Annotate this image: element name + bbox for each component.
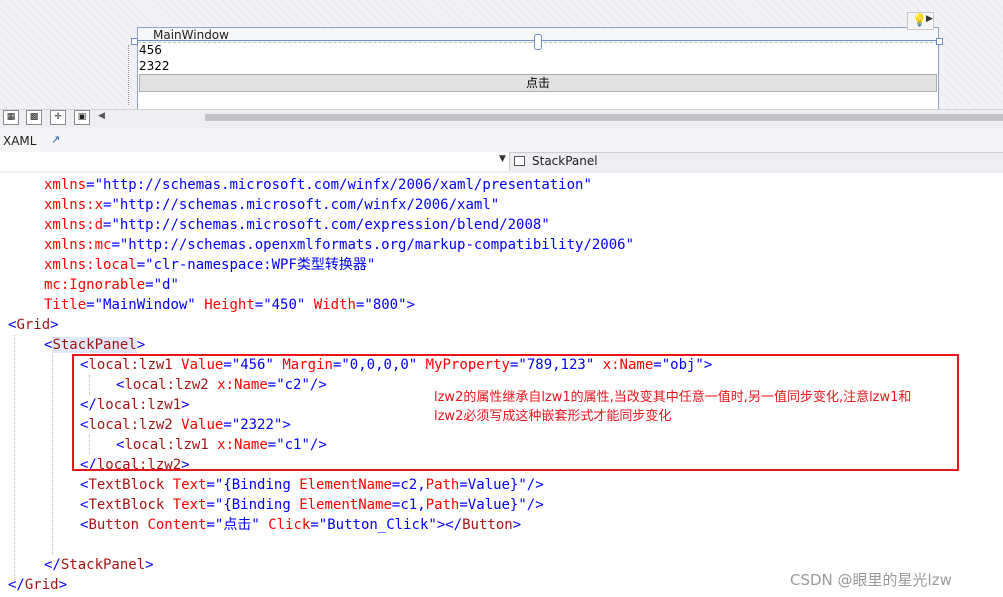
scope-dropdown[interactable] [0,152,510,171]
code-line: Title="MainWindow" Height="450" Width="8… [44,297,415,313]
resize-handle[interactable] [936,38,943,45]
move-icon[interactable]: ✛ [50,110,66,125]
popout-icon[interactable]: ↗ [51,133,60,146]
horizontal-scrollbar[interactable] [205,114,1003,121]
click-button-preview[interactable]: 点击 [139,74,937,92]
code-line: xmlns:d="http://schemas.microsoft.com/ex… [44,217,550,233]
code-line: </Grid> [8,577,68,593]
design-guide [128,45,129,105]
code-line: xmlns="http://schemas.microsoft.com/winf… [44,177,592,193]
code-line: <TextBlock Text="{Binding ElementName=c2… [80,477,544,493]
chevron-down-icon[interactable]: ▼ [499,154,506,164]
annotation-text-line-1: lzw2的属性继承自lzw1的属性,当改变其中任意一值时,另一值同步变化,注意l… [434,390,912,405]
annotation-text-line-2: lzw2必须写成这种嵌套形式才能同步变化 [434,409,672,424]
code-line: <StackPanel> [44,337,146,353]
textblock-preview-1[interactable]: 456 [139,43,162,57]
grid-icon[interactable]: ▦ [3,110,19,125]
lightbulb-icon[interactable]: 💡 [912,13,927,27]
code-line: xmlns:mc="http://schemas.openxmlformats.… [44,237,635,253]
indent-guide [14,335,15,580]
editor-tab-row [0,128,1003,152]
element-selector-value[interactable]: StackPanel [532,154,598,168]
snap-icon[interactable]: ▩ [26,110,42,125]
fit-icon[interactable]: ▣ [74,110,90,125]
resize-handle[interactable] [534,34,542,50]
code-line: <Grid> [8,317,59,333]
tab-xaml[interactable]: XAML [3,134,36,148]
code-line: <Button Content="点击" Click="Button_Click… [80,517,522,533]
code-line: mc:Ignorable="d" [44,277,179,293]
code-line: </StackPanel> [44,557,154,573]
code-line: xmlns:local="clr-namespace:WPF类型转换器" [44,257,376,273]
resize-handle[interactable] [131,38,138,45]
indent-guide [52,355,53,555]
code-line: <TextBlock Text="{Binding ElementName=c1… [80,497,544,513]
chevron-right-icon[interactable]: ▶ [926,14,933,24]
stackpanel-icon [514,156,525,166]
textblock-preview-2[interactable]: 2322 [139,59,170,73]
code-line: xmlns:x="http://schemas.microsoft.com/wi… [44,197,500,213]
watermark: CSDN @眼里的星光lzw [790,571,952,589]
scroll-left-icon[interactable]: ◀ [98,111,105,121]
